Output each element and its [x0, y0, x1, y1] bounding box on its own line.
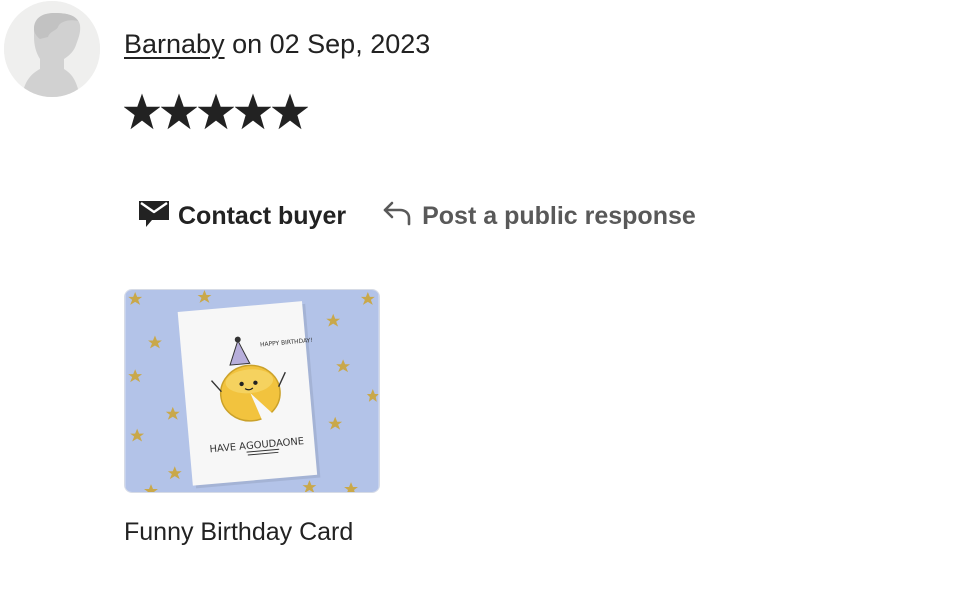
post-public-response-button[interactable]: Post a public response	[382, 190, 710, 242]
star-icon	[235, 92, 271, 134]
star-icon	[272, 92, 308, 134]
card-text-one: ONE	[282, 436, 304, 449]
product-title-link[interactable]: Funny Birthday Card	[124, 514, 353, 550]
star-icon	[161, 92, 197, 134]
review-actions: Contact buyer Post a public response	[124, 190, 710, 242]
reviewer-avatar[interactable]	[4, 1, 100, 97]
post-public-response-label: Post a public response	[422, 201, 696, 230]
default-user-silhouette-icon	[4, 1, 100, 97]
reply-arrow-icon	[382, 200, 412, 233]
star-icon	[198, 92, 234, 134]
reviewer-name-link[interactable]: Barnaby	[124, 29, 225, 59]
product-thumbnail[interactable]: HAPPY BIRTHDAY! HAVE A GOUDA ONE	[124, 289, 380, 493]
review-header: Barnaby on 02 Sep, 2023	[124, 24, 430, 64]
message-icon	[138, 198, 170, 235]
birthday-card-image: HAPPY BIRTHDAY! HAVE A GOUDA ONE	[125, 290, 379, 492]
review-date: on 02 Sep, 2023	[224, 29, 431, 59]
contact-buyer-button[interactable]: Contact buyer	[124, 190, 360, 242]
star-icon	[124, 92, 160, 134]
contact-buyer-label: Contact buyer	[178, 201, 347, 230]
star-rating	[124, 92, 308, 134]
